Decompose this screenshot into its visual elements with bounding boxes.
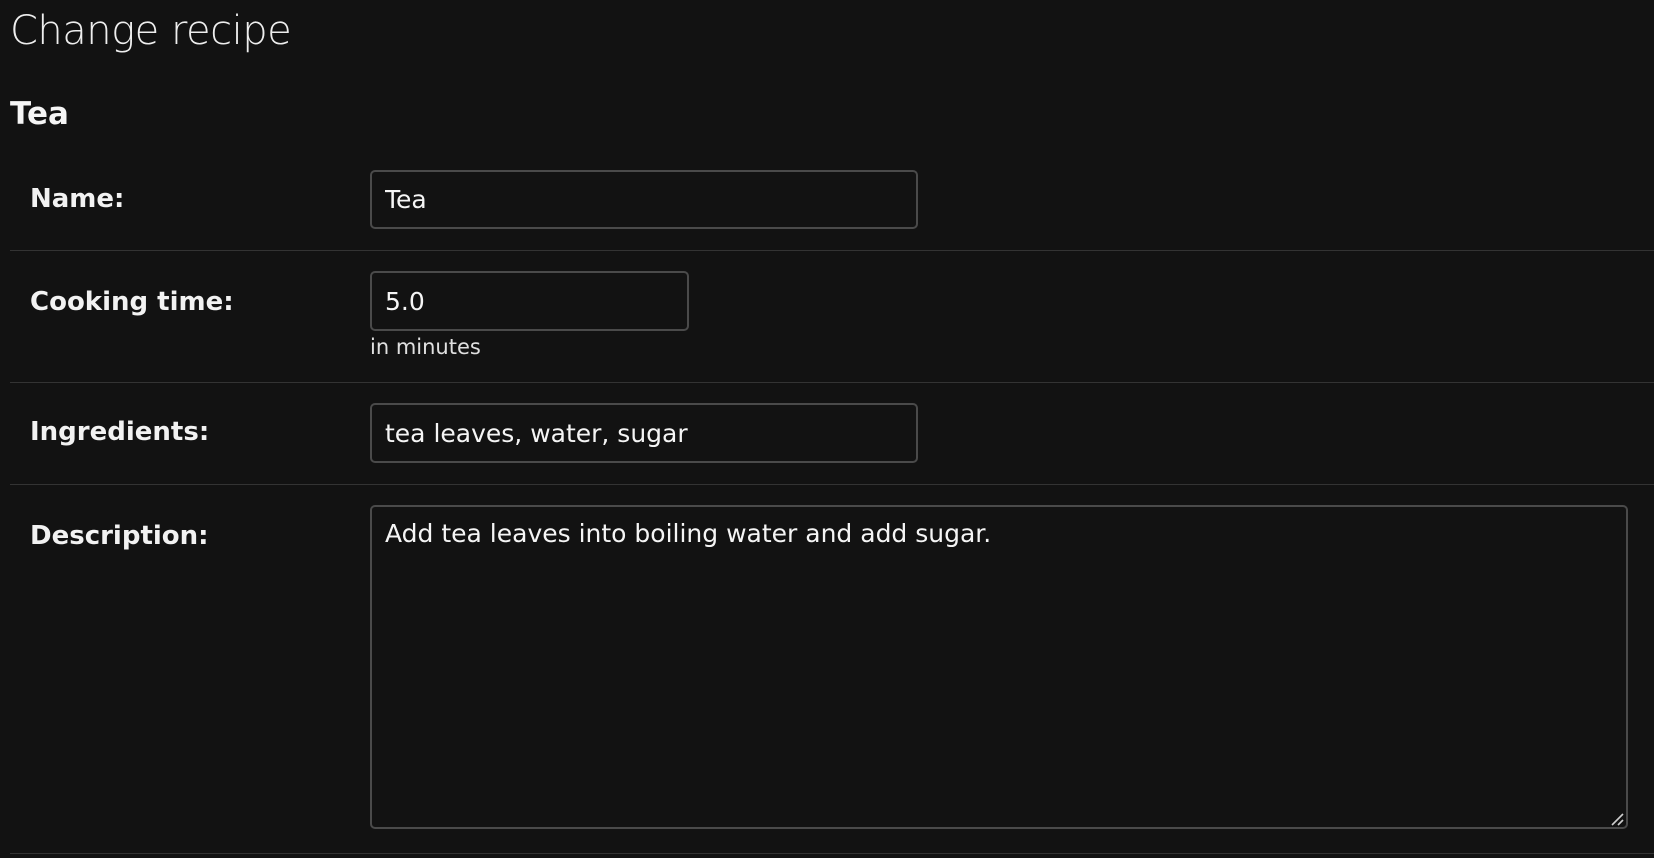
form-row-ingredients: Ingredients:	[10, 383, 1654, 485]
page-title: Change recipe	[10, 8, 292, 54]
form-row-name: Name:	[10, 160, 1654, 251]
object-title: Tea	[10, 96, 69, 132]
name-label: Name:	[30, 184, 125, 214]
ingredients-input[interactable]	[370, 403, 918, 463]
description-label: Description:	[30, 521, 209, 551]
resize-grip-icon[interactable]	[1610, 812, 1624, 826]
ingredients-label: Ingredients:	[30, 417, 210, 447]
change-recipe-page: Change recipe Tea Name: Cooking time: in…	[0, 0, 1654, 858]
description-textarea[interactable]: Add tea leaves into boiling water and ad…	[370, 505, 1628, 829]
cooking-time-help: in minutes	[370, 335, 481, 359]
form-row-description: Description: Add tea leaves into boiling…	[10, 485, 1654, 854]
cooking-time-input[interactable]	[370, 271, 689, 331]
cooking-time-label: Cooking time:	[30, 287, 234, 317]
name-input[interactable]	[370, 170, 918, 229]
form-row-cooking-time: Cooking time: in minutes	[10, 251, 1654, 383]
